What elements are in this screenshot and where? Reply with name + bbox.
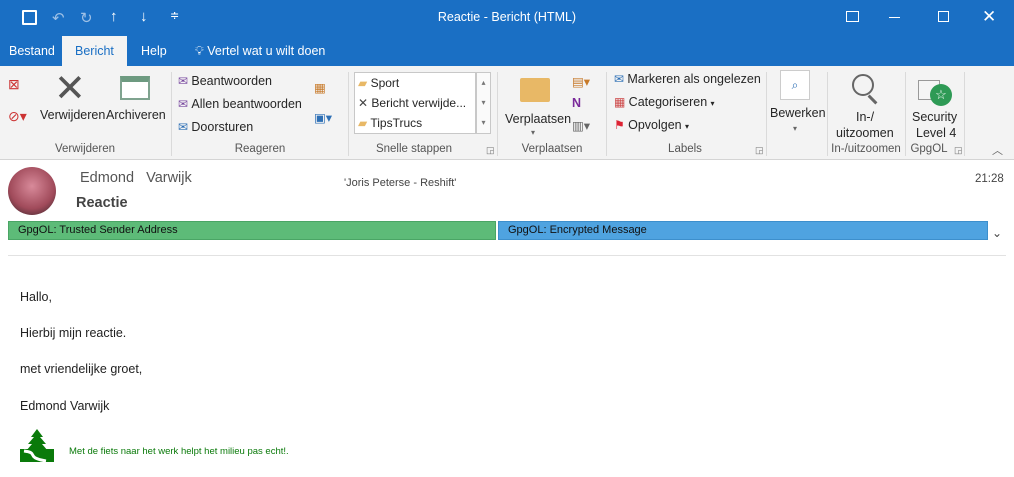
received-time: 21:28 <box>975 173 1004 185</box>
collapse-ribbon-icon[interactable]: ︿ <box>992 142 1003 158</box>
move-folder-icon <box>520 78 550 102</box>
forward-button[interactable]: ✉︎ Doorsturen <box>178 120 298 138</box>
quick-step-tipstrucs[interactable]: ▰ TipsTrucs <box>358 116 422 130</box>
gallery-scroll[interactable]: ▴ ▾ ▾ <box>476 72 491 134</box>
categorize-button[interactable]: ▦ Categoriseren ▾ <box>614 95 724 109</box>
archive-icon <box>120 76 150 100</box>
zoom-button[interactable]: In-/ uitzoomen <box>832 70 904 140</box>
tab-bericht[interactable]: Bericht <box>62 36 127 66</box>
mark-unread-button[interactable]: ✉︎ Markeren als ongelezen <box>614 72 764 86</box>
group-label-zoom: In-/uitzoomen <box>831 143 901 155</box>
body-line: Hallo, <box>20 290 52 304</box>
search-icon: ⌕ <box>780 70 810 100</box>
reply-icon: ✉︎ <box>178 74 192 88</box>
tab-bestand[interactable]: Bestand <box>0 36 64 66</box>
folder-icon: ▰ <box>358 76 368 90</box>
minimize-icon[interactable] <box>889 17 900 18</box>
chevron-down-icon: ▾ <box>531 128 536 137</box>
ribbon: ⊠ ⊘▾ ✕ Verwijderen Archiveren Verwijdere… <box>0 66 1014 160</box>
quick-step-sport[interactable]: ▰ Sport <box>358 76 399 90</box>
tree-road-logo-icon <box>20 429 54 462</box>
maximize-icon[interactable] <box>938 11 949 22</box>
expand-header-icon[interactable]: ⌄ <box>992 226 1002 240</box>
window-title: Reactie - Bericht (HTML) <box>437 10 577 24</box>
quick-steps-gallery: ▰ Sport ✕ Bericht verwijde... ▰ TipsTruc… <box>354 72 476 134</box>
ignore-icon[interactable]: ⊠ <box>8 76 20 93</box>
group-label-quick-steps: Snelle stappen <box>375 143 453 155</box>
x-icon: ✕ <box>358 96 369 110</box>
block-sender-icon[interactable]: ⊘▾ <box>8 108 27 125</box>
body-line: Edmond Varwijk <box>20 399 110 413</box>
close-icon[interactable]: ✕ <box>982 7 996 27</box>
dialog-launcher-icon[interactable]: ◲ <box>954 145 963 156</box>
dialog-launcher-icon[interactable]: ◲ <box>486 145 495 156</box>
tab-help[interactable]: Help <box>132 36 176 66</box>
reply-button[interactable]: ✉︎ Beantwoorden <box>178 74 298 92</box>
folder-icon: ▰ <box>358 116 368 130</box>
security-level-button[interactable]: ☆ Security Level 4 <box>908 70 960 140</box>
rules-icon[interactable]: ▤▾ <box>572 74 590 89</box>
reply-all-button[interactable]: ✉︎ Allen beantwoorden <box>178 97 308 115</box>
meeting-reply-icon[interactable]: ▦ <box>314 80 326 95</box>
avatar <box>8 167 56 215</box>
edit-button[interactable]: ⌕ Bewerken ▾ <box>768 70 826 140</box>
more-respond-icon[interactable]: ▣▾ <box>314 110 332 125</box>
signature-slogan: Met de fiets naar het werk helpt het mil… <box>69 446 289 457</box>
flag-icon: ⚑ <box>614 118 629 132</box>
star-badge-icon: ☆ <box>930 84 952 106</box>
follow-up-button[interactable]: ⚑ Opvolgen ▾ <box>614 118 714 132</box>
onenote-icon[interactable]: N <box>572 96 581 110</box>
group-label-delete: Verwijderen <box>54 143 116 155</box>
group-label-gpgol: GpgOL <box>910 143 948 155</box>
ribbon-tabs: Bestand Bericht Help 💡︎ Vertel wat u wil… <box>0 36 1014 66</box>
group-label-move: Verplaatsen <box>521 143 583 155</box>
envelope-icon: ✉︎ <box>614 72 628 86</box>
chevron-down-icon: ▾ <box>793 124 798 133</box>
trusted-sender-bar: GpgOL: Trusted Sender Address <box>8 221 496 240</box>
recipient[interactable]: 'Joris Peterse - Reshift' <box>344 177 456 189</box>
delete-button[interactable]: ✕ Verwijderen <box>40 68 105 132</box>
tell-me-search[interactable]: 💡︎ Vertel wat u wilt doen <box>186 36 334 66</box>
delete-icon: ✕ <box>54 68 86 110</box>
encrypted-message-bar: GpgOL: Encrypted Message <box>498 221 988 240</box>
quick-step-delete[interactable]: ✕ Bericht verwijde... <box>358 96 466 110</box>
group-label-respond: Reageren <box>234 143 286 155</box>
group-label-tags: Labels <box>668 143 702 155</box>
forward-icon: ✉︎ <box>178 120 192 134</box>
ribbon-display-icon[interactable] <box>846 11 859 22</box>
reply-all-icon: ✉︎ <box>178 97 192 111</box>
actions-icon[interactable]: ▥▾ <box>572 118 590 133</box>
title-bar: ↶ ↻ ↑ ↓ ≑ Reactie - Bericht (HTML) ✕ <box>0 0 1014 36</box>
magnifier-icon <box>852 74 874 96</box>
message-header: Edmond Varwijk 'Joris Peterse - Reshift'… <box>0 160 1014 256</box>
body-line: met vriendelijke groet, <box>20 362 143 376</box>
dialog-launcher-icon[interactable]: ◲ <box>755 145 764 156</box>
lightbulb-icon: 💡︎ <box>195 44 208 58</box>
body-line: Hierbij mijn reactie. <box>20 326 127 340</box>
message-body: Hallo, Hierbij mijn reactie. met vriende… <box>0 256 1014 477</box>
move-button[interactable]: Verplaatsen ▾ <box>502 72 571 140</box>
sender-name[interactable]: Edmond Varwijk <box>80 170 192 186</box>
archive-button[interactable]: Archiveren <box>105 72 167 132</box>
subject: Reactie <box>76 195 128 211</box>
categories-icon: ▦ <box>614 95 629 109</box>
